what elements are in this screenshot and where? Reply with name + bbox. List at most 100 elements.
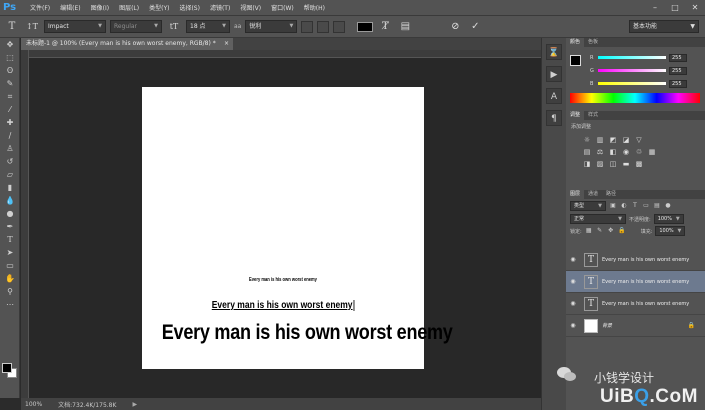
- paragraph-panel-icon[interactable]: ¶: [546, 110, 562, 126]
- menu-window[interactable]: 窗口(W): [266, 3, 299, 12]
- document-tab[interactable]: 未标题-1 @ 100% (Every man is his own worst…: [21, 38, 233, 50]
- character-panel-icon[interactable]: A: [546, 88, 562, 104]
- tab-swatches[interactable]: 色板: [584, 38, 602, 47]
- warp-text-icon[interactable]: Ⱦ: [377, 19, 393, 35]
- brush-tool-icon[interactable]: ∕: [0, 129, 20, 142]
- hand-tool-icon[interactable]: ✋: [0, 272, 20, 285]
- lock-pixels-icon[interactable]: ✎: [596, 227, 604, 235]
- filter-type-icon[interactable]: T: [631, 202, 639, 210]
- lock-transparent-icon[interactable]: ▦: [585, 227, 593, 235]
- foreground-color-swatch[interactable]: [570, 55, 581, 66]
- font-family-select[interactable]: Impact ▼: [44, 20, 106, 33]
- move-tool-icon[interactable]: ✥: [0, 38, 20, 51]
- posterize-icon[interactable]: ▨: [595, 160, 605, 169]
- color-lookup-icon[interactable]: ▦: [647, 148, 657, 157]
- green-slider[interactable]: [598, 69, 666, 72]
- zoom-level[interactable]: 100%: [25, 401, 42, 408]
- layer-row-background[interactable]: ◉ 背景 🔒: [566, 315, 705, 337]
- curves-icon[interactable]: ◩: [608, 136, 618, 145]
- eye-icon[interactable]: ◉: [566, 256, 580, 263]
- invert-icon[interactable]: ◨: [582, 160, 592, 169]
- vibrance-icon[interactable]: ▽: [634, 136, 644, 145]
- eyedropper-tool-icon[interactable]: ⁄: [0, 103, 20, 116]
- layer-kind-filter[interactable]: 类型 ▼: [570, 201, 606, 211]
- align-left-button[interactable]: [301, 20, 314, 33]
- menu-filter[interactable]: 滤镜(T): [205, 3, 235, 12]
- eye-icon[interactable]: ◉: [566, 300, 580, 307]
- filter-toggle-icon[interactable]: ●: [664, 202, 672, 210]
- commit-check-icon[interactable]: ✓: [467, 19, 483, 35]
- layer-row-text-1[interactable]: ◉ T Every man is his own worst enemy: [566, 249, 705, 271]
- type-tool-icon[interactable]: T: [0, 233, 20, 246]
- selective-color-icon[interactable]: ▩: [634, 160, 644, 169]
- color-spectrum-bar[interactable]: [570, 93, 700, 103]
- text-color-swatch[interactable]: [357, 21, 374, 32]
- healing-brush-tool-icon[interactable]: ✚: [0, 116, 20, 129]
- menu-layer[interactable]: 图层(L): [114, 3, 144, 12]
- layer-row-text-3[interactable]: ◉ T Every man is his own worst enemy: [566, 293, 705, 315]
- lock-position-icon[interactable]: ✥: [607, 227, 615, 235]
- tab-styles[interactable]: 样式: [584, 111, 602, 120]
- character-panel-icon[interactable]: ▤: [397, 19, 413, 35]
- tab-layers[interactable]: 图层: [566, 190, 585, 199]
- status-menu-arrow-icon[interactable]: ▶: [132, 401, 137, 408]
- menu-view[interactable]: 视图(V): [235, 3, 266, 12]
- exposure-icon[interactable]: ◪: [621, 136, 631, 145]
- more-tools-icon[interactable]: ⋯: [0, 298, 20, 311]
- black-white-icon[interactable]: ◧: [608, 148, 618, 157]
- actions-panel-icon[interactable]: ▶: [546, 66, 562, 82]
- tab-adjustments[interactable]: 调整: [566, 111, 585, 120]
- text-layer-medium[interactable]: Every man is his own worst enemy: [163, 300, 403, 311]
- quick-select-tool-icon[interactable]: ✎: [0, 77, 20, 90]
- color-balance-icon[interactable]: ⚖: [595, 148, 605, 157]
- menu-type[interactable]: 类型(Y): [144, 3, 174, 12]
- shape-tool-icon[interactable]: ▭: [0, 259, 20, 272]
- gradient-map-icon[interactable]: ▬: [621, 160, 631, 169]
- layer-row-text-2[interactable]: ◉ T Every man is his own worst enemy: [566, 271, 705, 293]
- cancel-icon[interactable]: ⊘: [447, 19, 463, 35]
- eraser-tool-icon[interactable]: ▱: [0, 168, 20, 181]
- lasso-tool-icon[interactable]: ʘ: [0, 64, 20, 77]
- tab-channels[interactable]: 通道: [584, 190, 602, 199]
- menu-image[interactable]: 图像(I): [86, 3, 114, 12]
- zoom-tool-icon[interactable]: ⚲: [0, 285, 20, 298]
- document-canvas[interactable]: Every man is his own worst enemy Every m…: [142, 87, 453, 369]
- crop-tool-icon[interactable]: ⌗: [0, 90, 20, 103]
- tab-color[interactable]: 颜色: [566, 38, 585, 47]
- green-value-field[interactable]: 255: [669, 66, 687, 75]
- filter-adjust-icon[interactable]: ◐: [620, 202, 628, 210]
- history-brush-tool-icon[interactable]: ↺: [0, 155, 20, 168]
- fill-field[interactable]: 100% ▼: [655, 226, 686, 236]
- blend-mode-select[interactable]: 正常 ▼: [570, 214, 626, 224]
- menu-edit[interactable]: 编辑(E): [55, 3, 85, 12]
- anti-alias-select[interactable]: 锐利 ▼: [245, 20, 298, 33]
- blue-value-field[interactable]: 255: [669, 79, 687, 88]
- pen-tool-icon[interactable]: ✒: [0, 220, 20, 233]
- dodge-tool-icon[interactable]: ●: [0, 207, 20, 220]
- blur-tool-icon[interactable]: 💧: [0, 194, 20, 207]
- maximize-button[interactable]: □: [665, 1, 685, 15]
- text-layer-large[interactable]: Every man is his own worst enemy: [162, 321, 453, 345]
- font-style-select[interactable]: Regular ▼: [110, 20, 162, 33]
- filter-pixel-icon[interactable]: ▣: [609, 202, 617, 210]
- lock-all-icon[interactable]: 🔒: [618, 227, 626, 235]
- font-size-select[interactable]: 18 点 ▼: [186, 20, 230, 33]
- eye-icon[interactable]: ◉: [566, 278, 580, 285]
- type-tool-icon[interactable]: T: [4, 19, 20, 35]
- eye-icon[interactable]: ◉: [566, 322, 580, 329]
- close-icon[interactable]: ×: [224, 38, 229, 50]
- photo-filter-icon[interactable]: ◉: [621, 148, 631, 157]
- channel-mixer-icon[interactable]: ♲: [634, 148, 644, 157]
- filter-smart-icon[interactable]: ▤: [653, 202, 661, 210]
- menu-file[interactable]: 文件(F): [25, 3, 55, 12]
- red-value-field[interactable]: 255: [669, 53, 687, 62]
- close-button[interactable]: ✕: [685, 1, 705, 15]
- gradient-tool-icon[interactable]: ▮: [0, 181, 20, 194]
- minimize-button[interactable]: –: [645, 1, 665, 15]
- clone-stamp-tool-icon[interactable]: ♙: [0, 142, 20, 155]
- opacity-field[interactable]: 100% ▼: [653, 214, 684, 224]
- workspace-select[interactable]: 基本功能 ▼: [629, 20, 699, 33]
- marquee-tool-icon[interactable]: ⬚: [0, 51, 20, 64]
- color-swatches[interactable]: [2, 363, 18, 379]
- threshold-icon[interactable]: ◫: [608, 160, 618, 169]
